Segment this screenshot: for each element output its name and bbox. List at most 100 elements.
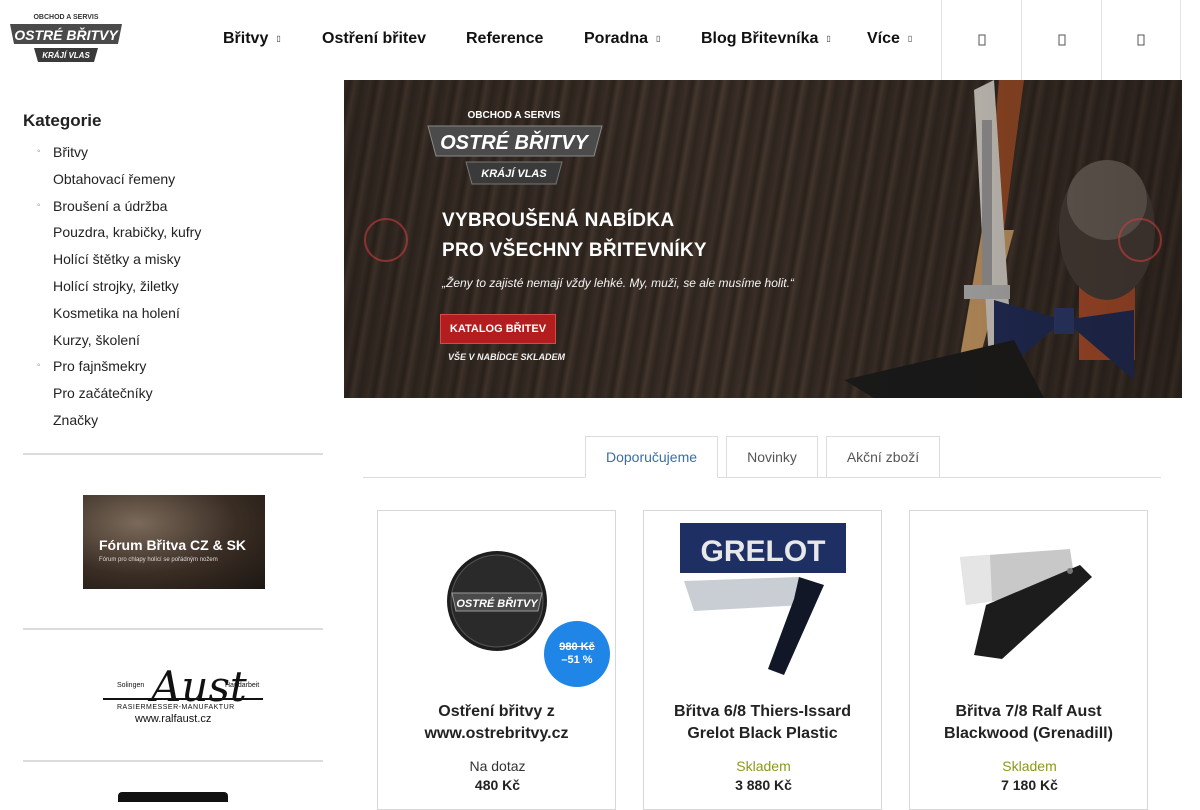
category-strojky[interactable]: Holící strojky, žiletky [23, 276, 323, 303]
aust-right-text: Handarbeit [225, 682, 260, 689]
discount-percent: –51 % [561, 654, 593, 666]
nav-britvy-label: Břitvy [223, 30, 269, 47]
product-name[interactable]: Ostření břitvy z www.ostrebritvy.cz [386, 701, 607, 745]
category-label: Holící strojky, žiletky [53, 277, 179, 294]
old-price: 980 Kč [559, 641, 595, 653]
expand-bullet-icon[interactable]: ◦ [37, 356, 41, 376]
nav-vice-label: Více [867, 30, 900, 47]
nav-poradna[interactable]: Poradna ▯ [584, 30, 660, 48]
hero-headline-1: VYBROUŠENÁ NABÍDKA [442, 210, 675, 231]
category-heading: Kategorie [23, 111, 102, 130]
category-fajnsmekry[interactable]: ◦ Pro fajnšmekry [23, 356, 323, 383]
product-image-text: OSTRÉ BŘITVY [456, 597, 539, 610]
category-label: Kurzy, školení [53, 331, 140, 348]
chevron-down-icon: ▯ [907, 34, 913, 43]
divider [23, 453, 323, 455]
search-button[interactable] [941, 0, 1021, 80]
nav-blog[interactable]: Blog Břitevníka ▯ [701, 30, 831, 48]
catalog-button[interactable]: KATALOG BŘITEV [440, 314, 556, 344]
hero-quote: „Ženy to zajisté nemají vždy lehké. My, … [442, 276, 794, 290]
product-availability: Skladem [736, 758, 791, 774]
nav-poradna-label: Poradna [584, 30, 649, 47]
site-logo[interactable]: OBCHOD A SERVIS OSTRÉ BŘITVY KRÁJÍ VLAS [6, 10, 126, 68]
category-list: ◦ Břitvy Obtahovací řemeny ◦ Broušení a úd… [23, 142, 323, 437]
tab-doporucujeme[interactable]: Doporučujeme [585, 436, 718, 478]
nav-ostreni-britev[interactable]: Ostření břitev [322, 30, 426, 48]
product-image-text: GRELOT [701, 535, 826, 568]
category-label: Broušení a údržba [53, 197, 168, 214]
aust-rule [103, 698, 263, 700]
nav-blog-label: Blog Břitevníka [701, 30, 819, 47]
cart-button[interactable] [1101, 0, 1181, 80]
category-label: Obtahovací řemeny [53, 170, 176, 187]
hero-cta-subtitle: VŠE V NABÍDCE SKLADEM [448, 352, 566, 362]
forum-banner[interactable]: Fórum Břitva CZ & SK Fórum pro chlapy ho… [83, 495, 265, 589]
category-label: Značky [53, 411, 99, 428]
slider-prev-icon[interactable] [364, 218, 408, 262]
category-brouseni[interactable]: ◦ Broušení a údržba [23, 196, 323, 223]
search-icon [978, 34, 985, 46]
forum-banner-title: Fórum Břitva CZ & SK [99, 537, 247, 553]
nav-reference[interactable]: Reference [466, 30, 543, 48]
divider [23, 628, 323, 630]
product-name[interactable]: Břitva 7/8 Ralf Aust Blackwood (Grenadil… [918, 701, 1139, 745]
expand-bullet-icon[interactable]: ◦ [37, 142, 41, 162]
category-zacatecniky[interactable]: Pro začátečníky [23, 383, 323, 410]
product-price: 3 880 Kč [735, 777, 792, 793]
category-label: Břitvy [53, 144, 88, 160]
user-button[interactable] [1021, 0, 1101, 80]
hero-headline-2: PRO VŠECHNY BŘITEVNÍKY [442, 240, 707, 261]
ralf-aust-banner[interactable]: Aust Solingen Handarbeit RASIERMESSER-MA… [103, 660, 263, 730]
category-britvy[interactable]: ◦ Břitvy [23, 142, 323, 169]
discount-badge: 980 Kč –51 % [544, 621, 610, 687]
product-name[interactable]: Břitva 6/8 Thiers-Issard Grelot Black Pl… [652, 701, 873, 745]
hero-logo-bottom: KRÁJÍ VLAS [481, 167, 547, 180]
product-price: 7 180 Kč [1001, 777, 1058, 793]
category-label: Holící štětky a misky [53, 251, 181, 268]
logo-main-text: OSTRÉ BŘITVY [14, 26, 119, 43]
aust-left-text: Solingen [117, 682, 145, 689]
category-kosmetika[interactable]: Kosmetika na holení [23, 303, 323, 330]
product-card[interactable]: OSTRÉ BŘITVY 980 Kč –51 % Ostření břitvy… [377, 510, 616, 810]
user-icon [1058, 34, 1065, 46]
aust-url: www.ralfaust.cz [135, 713, 212, 725]
nav-ostreni-label: Ostření břitev [322, 30, 427, 47]
hero-logo-top: OBCHOD A SERVIS [468, 110, 561, 121]
site-header: OBCHOD A SERVIS OSTRÉ BŘITVY KRÁJÍ VLAS … [0, 0, 1200, 80]
category-pouzdra[interactable]: Pouzdra, krabičky, kufry [23, 222, 323, 249]
logo-bottom-text: KRÁJÍ VLAS [42, 51, 90, 60]
nav-britvy[interactable]: Břitvy ▯ [223, 30, 281, 48]
product-availability: Skladem [1002, 758, 1057, 774]
category-obtahovaci-remeny[interactable]: Obtahovací řemeny [23, 169, 323, 196]
category-label: Pro fajnšmekry [53, 358, 147, 375]
nav-reference-label: Reference [466, 30, 544, 47]
product-card[interactable]: Břitva 7/8 Ralf Aust Blackwood (Grenadil… [909, 510, 1148, 810]
chevron-down-icon: ▯ [656, 34, 661, 43]
tab-novinky[interactable]: Novinky [726, 436, 818, 478]
category-label: Pouzdra, krabičky, kufry [53, 224, 202, 241]
nav-vice[interactable]: Více ▯ [867, 30, 912, 48]
category-label: Kosmetika na holení [53, 304, 180, 321]
chevron-down-icon: ▯ [276, 34, 281, 43]
hero-slider[interactable]: OBCHOD A SERVIS OSTRÉ BŘITVY KRÁJÍ VLAS … [344, 80, 1182, 398]
slider-next-icon[interactable] [1118, 218, 1162, 262]
expand-bullet-icon[interactable]: ◦ [37, 196, 41, 216]
forum-banner-subtitle: Fórum pro chlapy holící se pořádným nože… [99, 557, 218, 563]
cart-icon [1137, 34, 1145, 46]
category-znacky[interactable]: Značky [23, 410, 323, 437]
product-card[interactable]: GRELOT Břitva 6/8 Thiers-Issard Grelot B… [643, 510, 882, 810]
aust-subtitle: RASIERMESSER-MANUFAKTUR [117, 704, 235, 711]
product-image-aust-blackwood [960, 549, 1092, 659]
product-price: 480 Kč [474, 777, 521, 793]
tab-akcni-zbozi[interactable]: Akční zboží [826, 436, 940, 478]
divider [23, 760, 323, 762]
hero-logo-main: OSTRÉ BŘITVY [440, 130, 589, 154]
partner-logo-partial[interactable] [118, 792, 228, 802]
category-label: Pro začátečníky [53, 385, 153, 402]
product-image-grelot: GRELOT [680, 523, 846, 675]
category-stetky[interactable]: Holící štětky a misky [23, 249, 323, 276]
product-availability: Na dotaz [469, 758, 526, 774]
category-kurzy[interactable]: Kurzy, školení [23, 330, 323, 357]
logo-top-text: OBCHOD A SERVIS [33, 14, 98, 21]
hero-logo: OBCHOD A SERVIS OSTRÉ BŘITVY KRÁJÍ VLAS [427, 110, 603, 185]
